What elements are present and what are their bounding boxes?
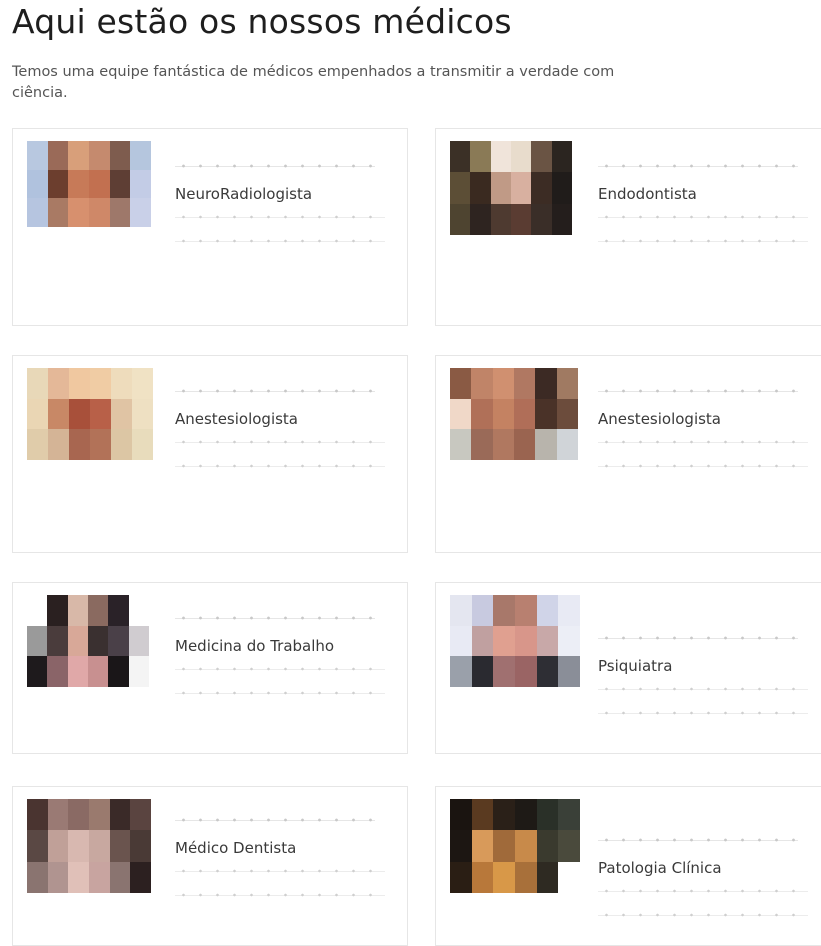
redacted-text-line — [175, 865, 385, 877]
redacted-name-line — [175, 813, 375, 827]
doctor-photo — [27, 141, 151, 227]
doctor-specialty: Psiquiatra — [598, 657, 673, 675]
page-title: Aqui estão os nossos médicos — [12, 2, 512, 41]
doctor-card[interactable]: Anestesiologista — [12, 355, 408, 553]
doctor-photo — [27, 368, 153, 460]
redacted-name-line — [598, 159, 798, 173]
doctor-specialty: Medicina do Trabalho — [175, 637, 335, 655]
redacted-name-line — [175, 611, 375, 625]
doctor-specialty: NeuroRadiologista — [175, 185, 313, 203]
redacted-text-line — [175, 687, 385, 699]
doctor-specialty: Anestesiologista — [175, 410, 299, 428]
redacted-text-line — [598, 885, 808, 897]
redacted-name-line — [175, 159, 375, 173]
redacted-text-line — [175, 211, 385, 223]
doctor-card[interactable]: NeuroRadiologista — [12, 128, 408, 326]
redacted-text-line — [598, 683, 808, 695]
doctor-card[interactable]: Patologia Clínica — [435, 786, 821, 946]
doctor-card[interactable]: Médico Dentista — [12, 786, 408, 946]
doctor-card[interactable]: Anestesiologista — [435, 355, 821, 553]
redacted-text-line — [175, 460, 385, 472]
redacted-text-line — [175, 663, 385, 675]
redacted-text-line — [175, 235, 385, 247]
doctor-specialty: Médico Dentista — [175, 839, 297, 857]
doctor-card[interactable]: Medicina do Trabalho — [12, 582, 408, 754]
doctor-card[interactable]: Endodontista — [435, 128, 821, 326]
redacted-text-line — [598, 235, 808, 247]
redacted-name-line — [598, 631, 798, 645]
redacted-text-line — [598, 211, 808, 223]
doctor-photo — [450, 799, 580, 893]
doctor-specialty: Endodontista — [598, 185, 697, 203]
redacted-text-line — [598, 460, 808, 472]
doctor-specialty: Patologia Clínica — [598, 859, 722, 877]
redacted-text-line — [175, 436, 385, 448]
doctor-photo — [450, 368, 578, 460]
page-subtitle: Temos uma equipe fantástica de médicos e… — [12, 64, 615, 101]
doctor-photo — [450, 141, 572, 235]
redacted-text-line — [598, 909, 808, 921]
redacted-text-line — [175, 889, 385, 901]
doctor-card[interactable]: Psiquiatra — [435, 582, 821, 754]
redacted-name-line — [175, 384, 375, 398]
doctor-photo — [450, 595, 580, 687]
redacted-text-line — [598, 707, 808, 719]
doctor-photo — [27, 799, 151, 893]
doctor-photo — [27, 595, 149, 687]
redacted-text-line — [598, 436, 808, 448]
redacted-name-line — [598, 384, 798, 398]
doctor-specialty: Anestesiologista — [598, 410, 722, 428]
redacted-name-line — [598, 833, 798, 847]
